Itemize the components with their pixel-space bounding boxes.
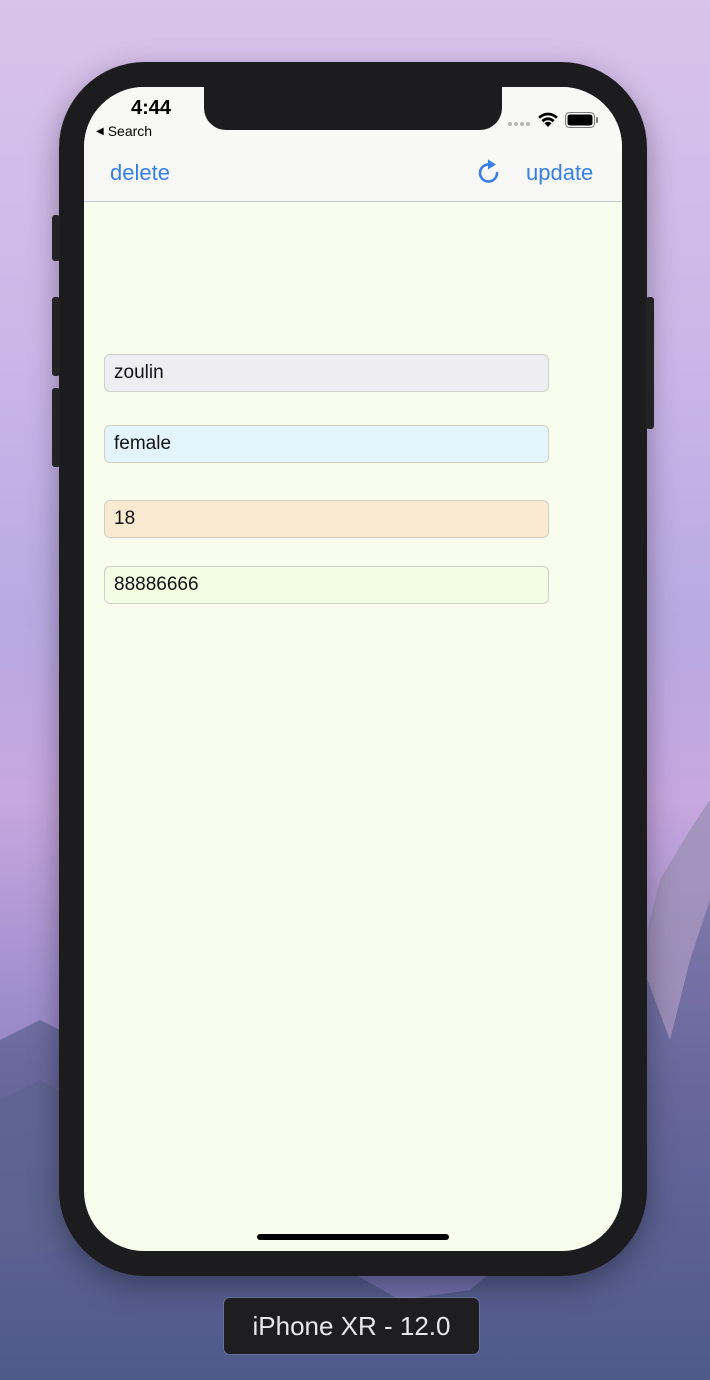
simulator-device-label: iPhone XR - 12.0 (224, 1298, 479, 1354)
back-app-label: Search (107, 123, 153, 139)
age-field[interactable] (104, 500, 549, 538)
home-indicator[interactable] (257, 1234, 449, 1240)
refresh-icon[interactable] (474, 158, 504, 188)
volume-down-button (52, 388, 60, 467)
status-time: 4:44 (130, 97, 172, 119)
volume-up-button (52, 297, 60, 376)
update-button[interactable]: update (526, 160, 593, 186)
notch (204, 87, 502, 130)
name-field[interactable] (104, 354, 549, 392)
wifi-icon (538, 112, 558, 127)
mute-switch (52, 215, 60, 261)
app-screen: 4:44 ◀ Search delete update (84, 87, 622, 1251)
navigation-bar: delete update (84, 147, 622, 202)
power-button (646, 297, 654, 429)
gender-field[interactable] (104, 425, 549, 463)
cellular-signal-icon (508, 122, 530, 126)
back-arrow-icon: ◀ (96, 125, 104, 137)
back-to-app-link[interactable]: ◀ Search (96, 123, 152, 139)
battery-icon (565, 112, 598, 128)
delete-button[interactable]: delete (110, 160, 170, 186)
phone-field[interactable] (104, 566, 549, 604)
